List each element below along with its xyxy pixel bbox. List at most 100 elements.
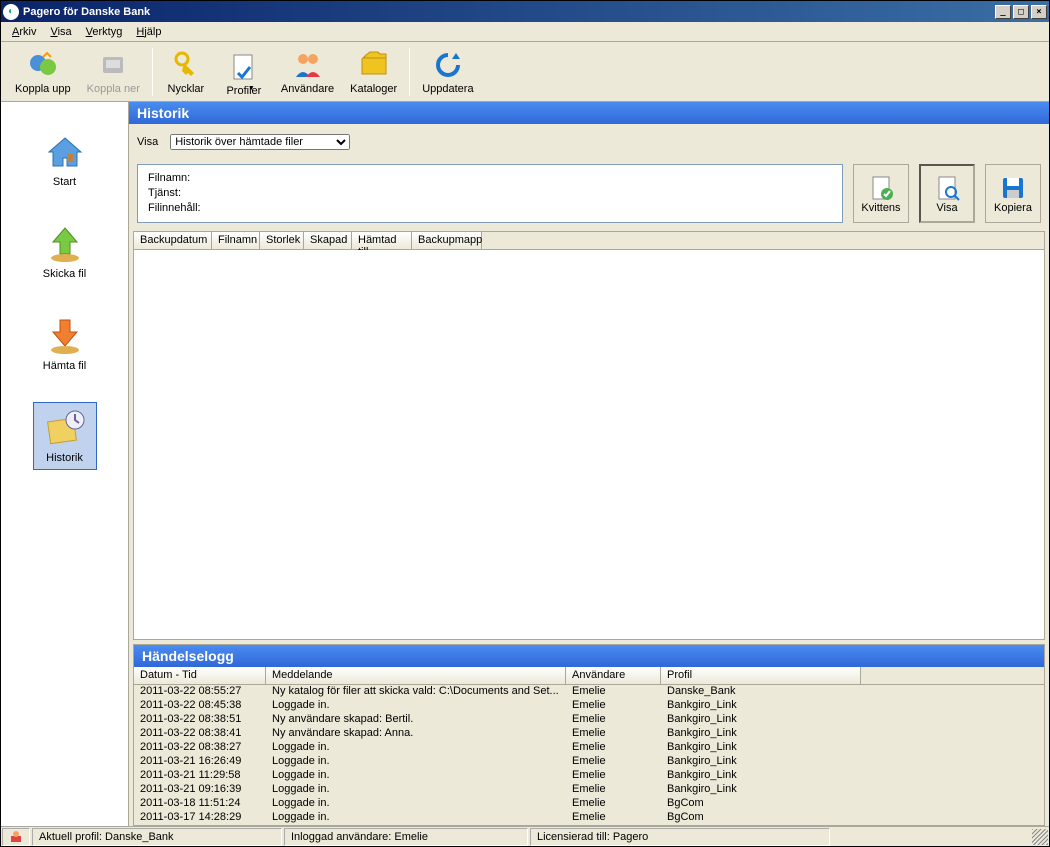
sidebar-hamta[interactable]: Hämta fil [33,310,97,378]
menu-hjalp[interactable]: Hjälp [129,24,168,40]
folders-icon [358,49,390,81]
toolbar: Koppla upp Koppla ner Nycklar Profiler ▼… [1,42,1049,102]
content: Historik Visa Historik över hämtade file… [129,102,1049,826]
keys-icon [170,49,202,81]
kopiera-button[interactable]: Kopiera [985,164,1041,223]
cell-prof: BgCom [663,811,863,825]
home-icon [45,132,85,172]
save-icon [997,174,1029,202]
toolbar-separator [409,48,410,96]
eventlog-row[interactable]: 2011-03-21 09:16:39Loggade in.EmelieBank… [134,783,1044,797]
cell-user: Emelie [568,699,663,713]
menu-arkiv[interactable]: Arkiv [5,24,43,40]
cell-msg: Ny användare skapad: Bertil. [268,713,568,727]
status-licens: Licensierad till: Pagero [530,828,830,846]
menu-verktyg[interactable]: Verktyg [79,24,130,40]
cell-prof: Bankgiro_Link [663,783,863,797]
col-backupdatum[interactable]: Backupdatum [134,232,212,249]
uppdatera-button[interactable]: Uppdatera [414,45,481,99]
maximize-button[interactable]: □ [1013,5,1029,19]
tjanst-label: Tjänst: [148,186,832,201]
close-button[interactable]: × [1031,5,1047,19]
refresh-icon [432,49,464,81]
historik-header: Historik [129,102,1049,124]
cell-msg: Loggade in. [268,811,568,825]
eventlog-header: Händelselogg [134,645,1044,667]
titlebar: ◐ Pagero för Danske Bank _ □ × [1,1,1049,22]
cell-prof: BgCom [663,797,863,811]
cell-prof: Bankgiro_Link [663,727,863,741]
col-datum[interactable]: Datum - Tid [134,667,266,684]
cell-user: Emelie [568,685,663,699]
profiles-icon [228,51,260,83]
download-icon [45,316,85,356]
anvandare-button[interactable]: Användare [273,45,342,99]
visa-select[interactable]: Historik över hämtade filer [170,134,350,150]
eventlog-row[interactable]: 2011-03-22 08:45:38Loggade in.EmelieBank… [134,699,1044,713]
cell-date: 2011-03-21 11:29:58 [136,769,268,783]
sidebar-skicka[interactable]: Skicka fil [33,218,97,286]
cell-user: Emelie [568,755,663,769]
cell-msg: Ny användare skapad: Anna. [268,727,568,741]
file-table-header: Backupdatum Filnamn Storlek Skapad Hämta… [134,232,1044,250]
cell-msg: Loggade in. [268,783,568,797]
cell-date: 2011-03-18 11:51:24 [136,797,268,811]
eventlog-row[interactable]: 2011-03-22 08:38:27Loggade in.EmelieBank… [134,741,1044,755]
cell-msg: Loggade in. [268,755,568,769]
minimize-button[interactable]: _ [995,5,1011,19]
cell-prof: Bankgiro_Link [663,699,863,713]
detail-row: Filnamn: Tjänst: Filinnehåll: Kvittens V… [129,160,1049,231]
file-table: Backupdatum Filnamn Storlek Skapad Hämta… [133,231,1045,640]
cell-msg: Loggade in. [268,769,568,783]
menu-visa[interactable]: Visa [43,24,78,40]
cell-prof: Bankgiro_Link [663,755,863,769]
kataloger-button[interactable]: Kataloger [342,45,405,99]
upload-icon [45,224,85,264]
koppla-upp-button[interactable]: Koppla upp [7,45,79,99]
cell-date: 2011-03-17 14:28:29 [136,811,268,825]
col-hamtad-till[interactable]: Hämtad till [352,232,412,249]
col-storlek[interactable]: Storlek [260,232,304,249]
sidebar-start[interactable]: Start [33,126,97,194]
col-profil[interactable]: Profil [661,667,861,684]
col-skapad[interactable]: Skapad [304,232,352,249]
eventlog-row[interactable]: 2011-03-22 08:55:27Ny katalog för filer … [134,685,1044,699]
visa-button[interactable]: Visa [919,164,975,223]
col-meddelande[interactable]: Meddelande [266,667,566,684]
filinnehall-label: Filinnehåll: [148,201,832,216]
sidebar-historik[interactable]: Historik [33,402,97,470]
resize-grip[interactable] [1032,829,1048,845]
kvittens-button[interactable]: Kvittens [853,164,909,223]
cell-msg: Loggade in. [268,741,568,755]
col-filnamn[interactable]: Filnamn [212,232,260,249]
toolbar-separator [152,48,153,96]
file-table-body [134,250,1044,639]
cell-date: 2011-03-21 16:26:49 [136,755,268,769]
cell-date: 2011-03-22 08:38:41 [136,727,268,741]
cell-user: Emelie [568,783,663,797]
eventlog-row[interactable]: 2011-03-21 11:29:58Loggade in.EmelieBank… [134,769,1044,783]
cell-user: Emelie [568,741,663,755]
cell-msg: Loggade in. [268,699,568,713]
status-user: Inloggad användare: Emelie [284,828,528,846]
cell-prof: Bankgiro_Link [663,713,863,727]
statusbar: Aktuell profil: Danske_Bank Inloggad anv… [1,826,1049,846]
chevron-down-icon[interactable]: ▼ [248,85,255,92]
eventlog-row[interactable]: 2011-03-22 08:38:51Ny användare skapad: … [134,713,1044,727]
eventlog-row[interactable]: 2011-03-21 16:26:49Loggade in.EmelieBank… [134,755,1044,769]
cell-prof: Bankgiro_Link [663,769,863,783]
eventlog-row[interactable]: 2011-03-18 11:51:24Loggade in.EmelieBgCo… [134,797,1044,811]
cell-date: 2011-03-22 08:45:38 [136,699,268,713]
nycklar-button[interactable]: Nycklar [157,45,215,99]
profiler-button[interactable]: Profiler ▼ [215,47,273,96]
col-backupmapp[interactable]: Backupmapp [412,232,482,249]
col-anvandare[interactable]: Användare [566,667,661,684]
view-icon [931,174,963,202]
sidebar: Start Skicka fil Hämta fil Historik [1,102,129,826]
eventlog-row[interactable]: 2011-03-22 08:38:41Ny användare skapad: … [134,727,1044,741]
cell-date: 2011-03-21 09:16:39 [136,783,268,797]
cell-prof: Bankgiro_Link [663,741,863,755]
status-icon [2,828,30,846]
eventlog-row[interactable]: 2011-03-17 14:28:29Loggade in.EmelieBgCo… [134,811,1044,825]
eventlog-body[interactable]: 2011-03-22 08:55:27Ny katalog för filer … [134,685,1044,825]
